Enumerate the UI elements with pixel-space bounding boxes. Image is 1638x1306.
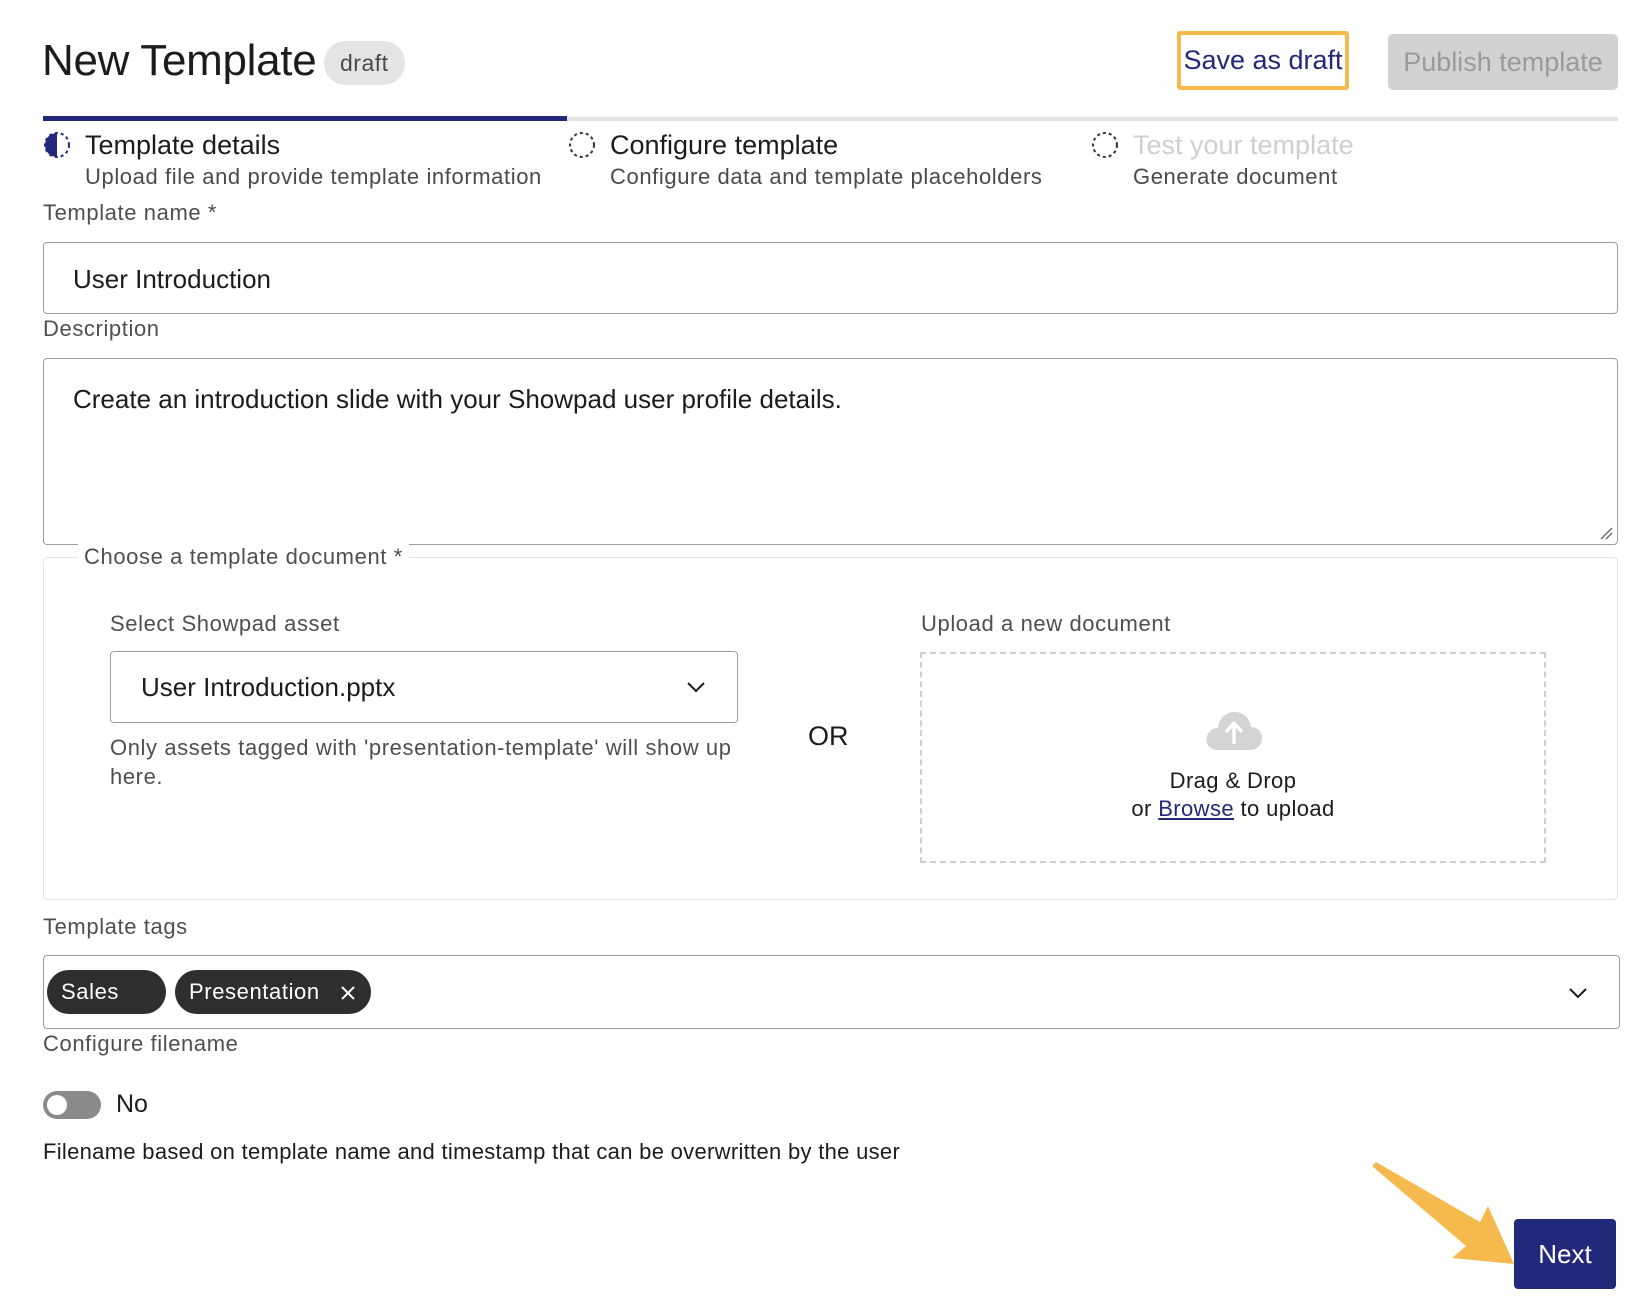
filename-toggle[interactable] (43, 1091, 101, 1119)
template-name-input[interactable]: User Introduction (43, 242, 1618, 314)
template-name-value: User Introduction (73, 264, 271, 294)
select-value: User Introduction.pptx (141, 672, 396, 702)
tag-chip: Presentation (175, 970, 371, 1014)
cloud-upload-icon (1206, 712, 1263, 750)
upload-document-label: Upload a new document (921, 611, 1171, 636)
step-subtitle: Generate document (1133, 164, 1338, 189)
dropzone-title: Drag & Drop (1169, 768, 1297, 793)
next-button[interactable]: Next (1514, 1219, 1616, 1289)
tag-label: Sales (61, 979, 120, 1004)
dropzone-prefix: or (1131, 796, 1152, 821)
tag-label: Presentation (189, 979, 320, 1004)
description-textarea[interactable]: Create an introduction slide with your S… (43, 358, 1618, 545)
configure-filename-label: Configure filename (43, 1031, 239, 1056)
status-badge: draft (324, 41, 405, 85)
save-as-draft-button[interactable]: Save as draft (1177, 31, 1349, 90)
showpad-asset-select[interactable]: User Introduction.pptx (110, 651, 738, 723)
close-icon[interactable] (340, 985, 356, 1001)
step-subtitle: Upload file and provide template informa… (85, 164, 542, 189)
dashed-circle-icon (1092, 132, 1118, 158)
select-asset-label: Select Showpad asset (110, 611, 340, 636)
publish-template-button[interactable]: Publish template (1388, 34, 1618, 90)
filename-toggle-label: No (116, 1090, 148, 1118)
half-filled-circle-icon (44, 132, 70, 158)
toggle-knob (47, 1095, 67, 1115)
description-label: Description (43, 316, 160, 341)
dashed-circle-icon (569, 132, 595, 158)
step-subtitle: Configure data and template placeholders (610, 164, 1043, 189)
filename-description: Filename based on template name and time… (43, 1139, 901, 1164)
or-divider: OR (808, 721, 849, 751)
tag-chip: Sales (47, 970, 166, 1044)
resize-handle-icon[interactable] (1599, 526, 1613, 540)
description-value: Create an introduction slide with your S… (73, 384, 842, 414)
browse-link[interactable]: Browse (1158, 796, 1234, 821)
dropzone-subtitle: or Browse to upload (922, 796, 1544, 822)
step-test-template: Test your template Generate document (1091, 130, 1491, 200)
page-title: New Template (42, 36, 317, 85)
upload-dropzone[interactable]: Drag & Drop or Browse to upload (920, 652, 1546, 863)
chevron-down-icon[interactable] (1567, 982, 1589, 1004)
dropzone-suffix: to upload (1240, 796, 1335, 821)
step-configure-template[interactable]: Configure template Configure data and te… (568, 130, 1068, 200)
template-tags-label: Template tags (43, 914, 188, 939)
arrow-pointer-icon (1372, 1162, 1514, 1264)
template-name-label: Template name * (43, 200, 218, 225)
select-helper-text: Only assets tagged with 'presentation-te… (110, 735, 732, 789)
stepper-progress-fill (43, 116, 568, 121)
step-title: Template details (85, 130, 281, 160)
chevron-down-icon (687, 682, 705, 693)
template-tags-input[interactable]: Sales Presentation (43, 955, 1620, 1044)
step-template-details[interactable]: Template details Upload file and provide… (43, 130, 563, 200)
step-title: Configure template (610, 130, 839, 160)
step-title: Test your template (1133, 130, 1354, 160)
template-document-legend: Choose a template document * (78, 544, 409, 570)
